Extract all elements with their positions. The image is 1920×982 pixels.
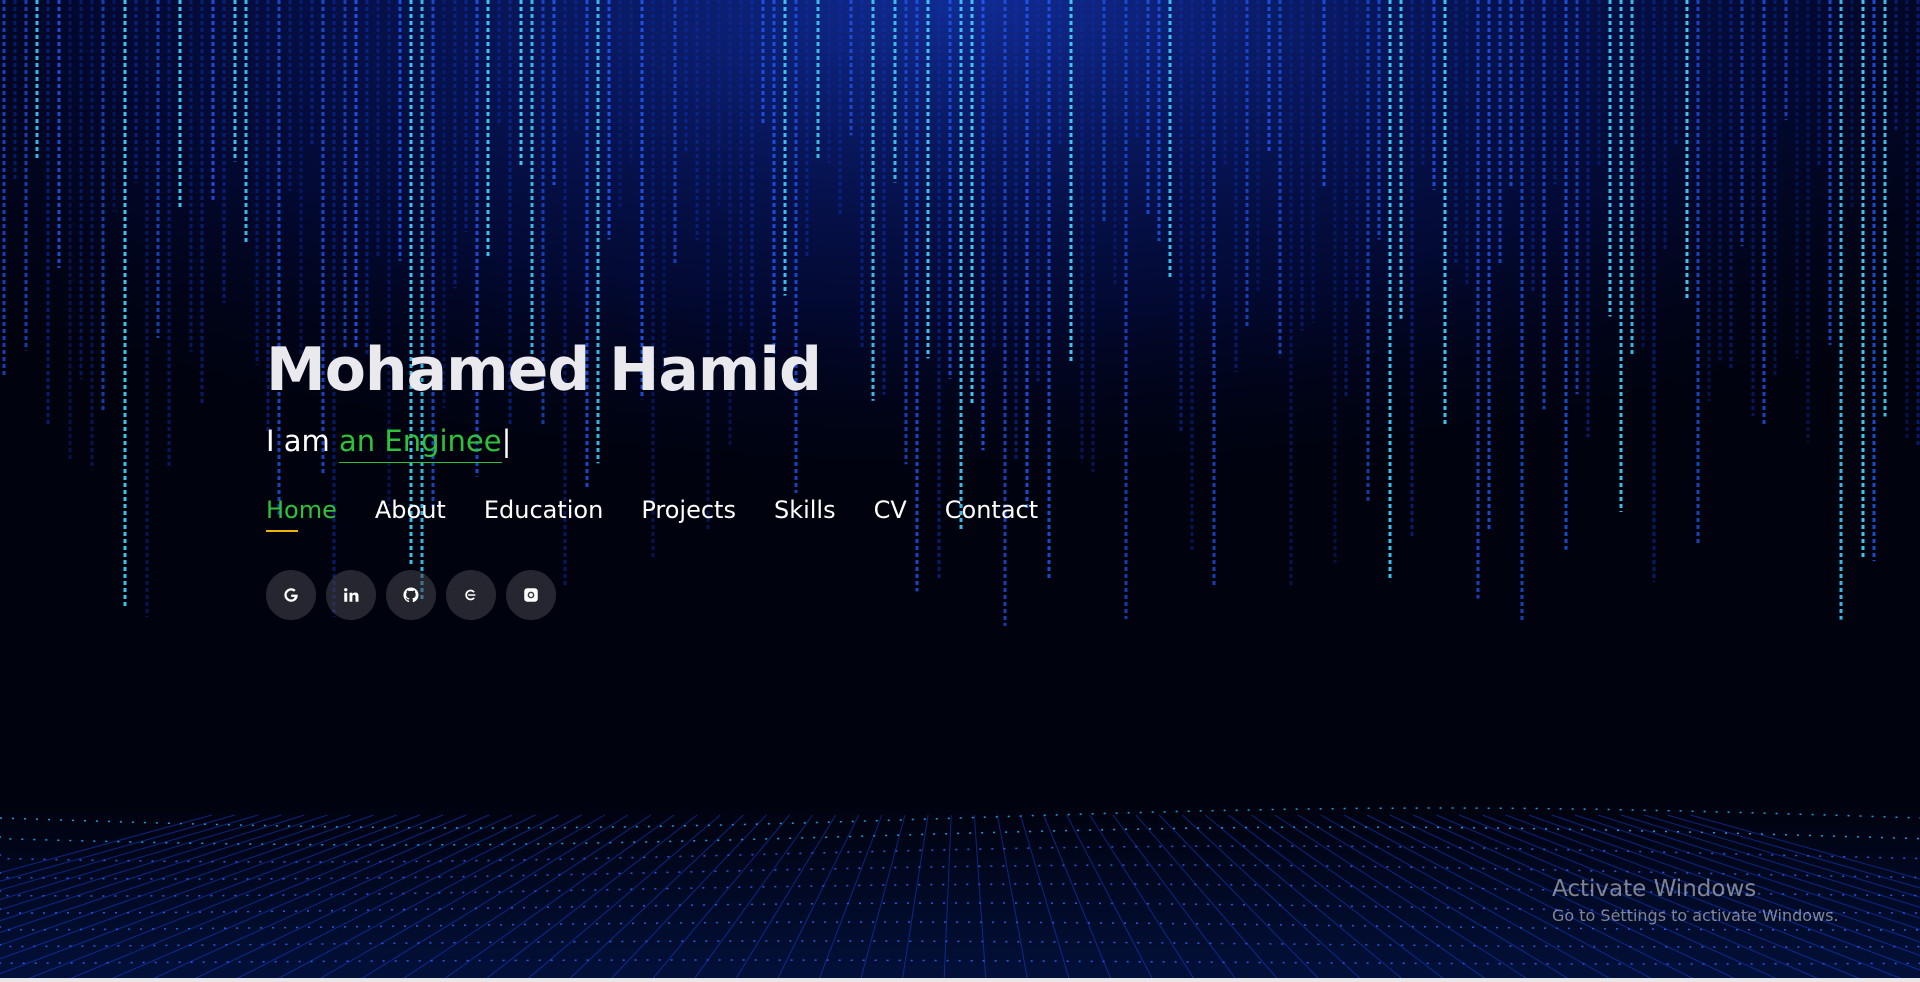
camera-link[interactable] [506, 570, 556, 620]
nav-projects[interactable]: Projects [641, 496, 736, 524]
nav-skills[interactable]: Skills [774, 496, 836, 524]
nav-education[interactable]: Education [484, 496, 603, 524]
hero-section: Mohamed Hamid I am an Enginee| Home Abou… [266, 330, 1076, 620]
windows-activation-watermark: Activate Windows Go to Settings to activ… [1552, 876, 1839, 925]
tagline-typed-text: an Enginee [339, 424, 502, 463]
nav-about[interactable]: About [375, 496, 446, 524]
activate-title: Activate Windows [1552, 876, 1757, 902]
github-link[interactable] [386, 570, 436, 620]
hero-tagline: I am an Enginee| [266, 424, 1076, 466]
typing-cursor: | [501, 424, 512, 458]
tagline-prefix: I am [266, 424, 340, 458]
bottom-edge [0, 978, 1920, 982]
coursera-icon [465, 589, 476, 601]
nav-home[interactable]: Home [266, 496, 337, 532]
linkedin-link[interactable] [326, 570, 376, 620]
main-nav: Home About Education Projects Skills CV … [266, 496, 1076, 532]
hero-name: Mohamed Hamid [266, 335, 822, 405]
coursera-link[interactable] [446, 570, 496, 620]
linkedin-icon [344, 588, 359, 602]
camera-icon [524, 588, 538, 602]
google-icon [284, 588, 298, 602]
social-links [266, 570, 1076, 620]
nav-contact[interactable]: Contact [945, 496, 1038, 524]
nav-cv[interactable]: CV [874, 496, 907, 524]
google-link[interactable] [266, 570, 316, 620]
activate-subtitle: Go to Settings to activate Windows. [1552, 906, 1839, 925]
github-icon [403, 587, 419, 603]
